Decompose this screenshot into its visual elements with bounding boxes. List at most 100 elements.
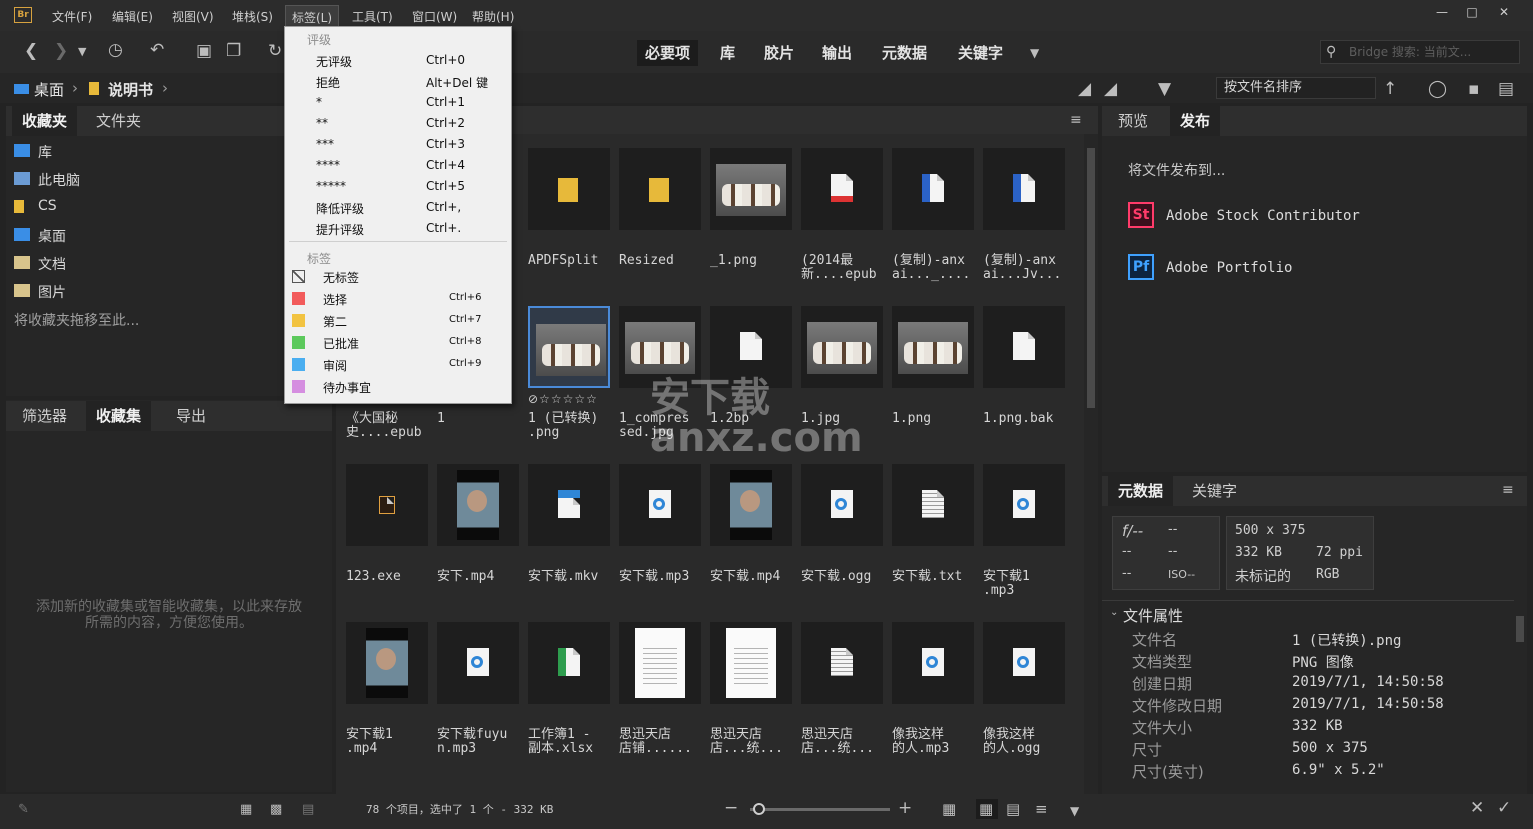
minimize-icon[interactable]: — — [1428, 3, 1456, 23]
favorite-documents[interactable]: 文档 — [38, 254, 66, 274]
panel-menu-icon[interactable]: ≡ — [1070, 110, 1082, 130]
menu-item-label[interactable]: 已批准 — [323, 335, 359, 352]
file-item[interactable]: 安下载1 .mp3 — [983, 464, 1065, 604]
menu-file[interactable]: 文件(F) — [52, 8, 92, 25]
file-thumbnail[interactable] — [528, 622, 610, 704]
file-item[interactable]: 安下载fuyu n.mp3 — [437, 622, 519, 762]
chevron-down-icon[interactable]: ▼ — [78, 42, 86, 62]
file-item[interactable]: 像我这样 的人.mp3 — [892, 622, 974, 762]
pencil-icon[interactable]: ✎ — [18, 800, 29, 820]
view-options-chevron-icon[interactable]: ▼ — [1070, 801, 1079, 821]
forward-icon[interactable]: ❯ — [54, 41, 68, 61]
scrollbar-thumb[interactable] — [1087, 148, 1095, 408]
list-view-icon[interactable]: ≡ — [1035, 799, 1048, 819]
file-thumbnail[interactable] — [983, 622, 1065, 704]
menu-item-rating[interactable]: ** — [316, 116, 328, 130]
file-thumbnail[interactable] — [346, 622, 428, 704]
file-item[interactable]: 安下载.txt — [892, 464, 974, 604]
file-thumbnail[interactable] — [437, 622, 519, 704]
tab-folders[interactable]: 文件夹 — [86, 106, 151, 136]
favorite-desktop[interactable]: 桌面 — [38, 226, 66, 246]
file-thumbnail[interactable] — [801, 622, 883, 704]
file-thumbnail[interactable] — [346, 464, 428, 546]
file-thumbnail[interactable] — [892, 464, 974, 546]
file-thumbnail[interactable] — [710, 464, 792, 546]
file-properties-section[interactable]: 文件属性 — [1123, 605, 1183, 626]
file-item[interactable]: (复制)-anx ai...Jv... — [983, 148, 1065, 288]
workspace-tab-output[interactable]: 输出 — [814, 40, 860, 66]
tab-metadata[interactable]: 元数据 — [1108, 476, 1174, 506]
tab-favorites[interactable]: 收藏夹 — [12, 106, 78, 136]
file-thumbnail[interactable] — [983, 306, 1065, 388]
sort-dropdown[interactable]: 按文件名排序 — [1216, 77, 1376, 99]
delete-collection-icon[interactable]: ▤ — [302, 800, 314, 820]
tab-collections[interactable]: 收藏集 — [86, 401, 152, 431]
menu-item-label[interactable]: 第二 — [323, 313, 347, 330]
rotate-icon[interactable]: ↻ — [268, 41, 282, 61]
tab-export[interactable]: 导出 — [166, 401, 216, 431]
menu-item-rating[interactable]: **** — [316, 158, 340, 172]
menu-item-rating[interactable]: 无评级 — [316, 53, 352, 70]
file-item[interactable]: _1.png — [710, 148, 792, 288]
new-collection-icon[interactable]: ▦ — [240, 800, 252, 820]
file-item[interactable]: 1_compres sed.jpg — [619, 306, 701, 446]
file-item[interactable]: 像我这样 的人.ogg — [983, 622, 1065, 762]
menu-item-label[interactable]: 审阅 — [323, 357, 347, 374]
file-item[interactable]: 思迅天店 店...统... — [710, 622, 792, 762]
file-item[interactable]: 123.exe — [346, 464, 428, 604]
grid-lock-icon[interactable]: ▦ — [942, 799, 956, 819]
file-thumbnail[interactable] — [801, 464, 883, 546]
refine-icon[interactable]: ❐ — [226, 41, 241, 61]
file-item[interactable]: APDFSplit — [528, 148, 610, 288]
file-thumbnail[interactable] — [619, 464, 701, 546]
file-item[interactable]: 1.2bp — [710, 306, 792, 446]
file-item[interactable]: 思迅天店 店铺...... — [619, 622, 701, 762]
file-thumbnail[interactable] — [983, 464, 1065, 546]
return-icon[interactable]: ↶ — [150, 40, 164, 60]
file-thumbnail[interactable] — [983, 148, 1065, 230]
zoom-in-icon[interactable]: + — [898, 798, 912, 818]
file-thumbnail[interactable] — [801, 306, 883, 388]
file-thumbnail[interactable] — [619, 148, 701, 230]
file-item[interactable]: 安下载1 .mp4 — [346, 622, 428, 762]
file-item[interactable]: Resized — [619, 148, 701, 288]
filter-icon[interactable]: ▼ — [1158, 79, 1171, 99]
cancel-icon[interactable]: ✕ — [1470, 798, 1484, 818]
menu-view[interactable]: 视图(V) — [172, 8, 214, 25]
menu-item-rating[interactable]: 降低评级 — [316, 200, 364, 217]
search-input[interactable]: Bridge 搜索: 当前文... — [1320, 40, 1520, 64]
rating-stars[interactable]: ⊘☆☆☆☆☆ — [528, 392, 598, 406]
menu-window[interactable]: 窗口(W) — [412, 8, 457, 25]
file-item[interactable]: 安下载.mkv — [528, 464, 610, 604]
chevron-down-icon[interactable]: ⌄ — [1110, 607, 1118, 618]
file-item[interactable]: (2014最 新....epub — [801, 148, 883, 288]
file-item[interactable]: ⊘☆☆☆☆☆ 1 (已转换) .png — [528, 306, 610, 446]
menu-item-label[interactable]: 选择 — [323, 291, 347, 308]
file-item[interactable]: (复制)-anx ai..._.... — [892, 148, 974, 288]
file-item[interactable]: 1.jpg — [801, 306, 883, 446]
favorite-library[interactable]: 库 — [38, 142, 52, 162]
menu-item-label[interactable]: 无标签 — [323, 269, 359, 286]
favorite-this-pc[interactable]: 此电脑 — [38, 170, 80, 190]
content-scrollbar[interactable] — [1084, 134, 1098, 794]
menu-item-rating[interactable]: 提升评级 — [316, 221, 364, 238]
workspace-tab-keywords[interactable]: 关键字 — [950, 40, 1011, 66]
recent-history-icon[interactable]: ◷ — [108, 40, 123, 60]
new-folder-icon[interactable]: ▪ — [1468, 79, 1480, 99]
file-item[interactable]: 工作簿1 - 副本.xlsx — [528, 622, 610, 762]
breadcrumb-current[interactable]: 说明书 — [108, 79, 153, 100]
file-thumbnail[interactable] — [528, 148, 610, 230]
scrollbar-thumb[interactable] — [1516, 616, 1524, 642]
file-thumbnail[interactable] — [801, 148, 883, 230]
menu-item-rating[interactable]: * — [316, 95, 322, 109]
file-thumbnail[interactable] — [710, 148, 792, 230]
metadata-scrollbar[interactable] — [1514, 606, 1526, 794]
thumbnail-size-slider[interactable] — [750, 808, 890, 811]
publisher-portfolio[interactable]: Adobe Portfolio — [1166, 260, 1292, 276]
menu-edit[interactable]: 编辑(E) — [112, 8, 153, 25]
menu-label[interactable]: 标签(L) — [285, 5, 340, 27]
menu-item-rating[interactable]: ***** — [316, 179, 346, 193]
file-thumbnail[interactable] — [619, 306, 701, 388]
workspace-tab-libraries[interactable]: 库 — [712, 40, 743, 66]
thumbnails-view-icon[interactable]: ▦ — [979, 799, 993, 819]
